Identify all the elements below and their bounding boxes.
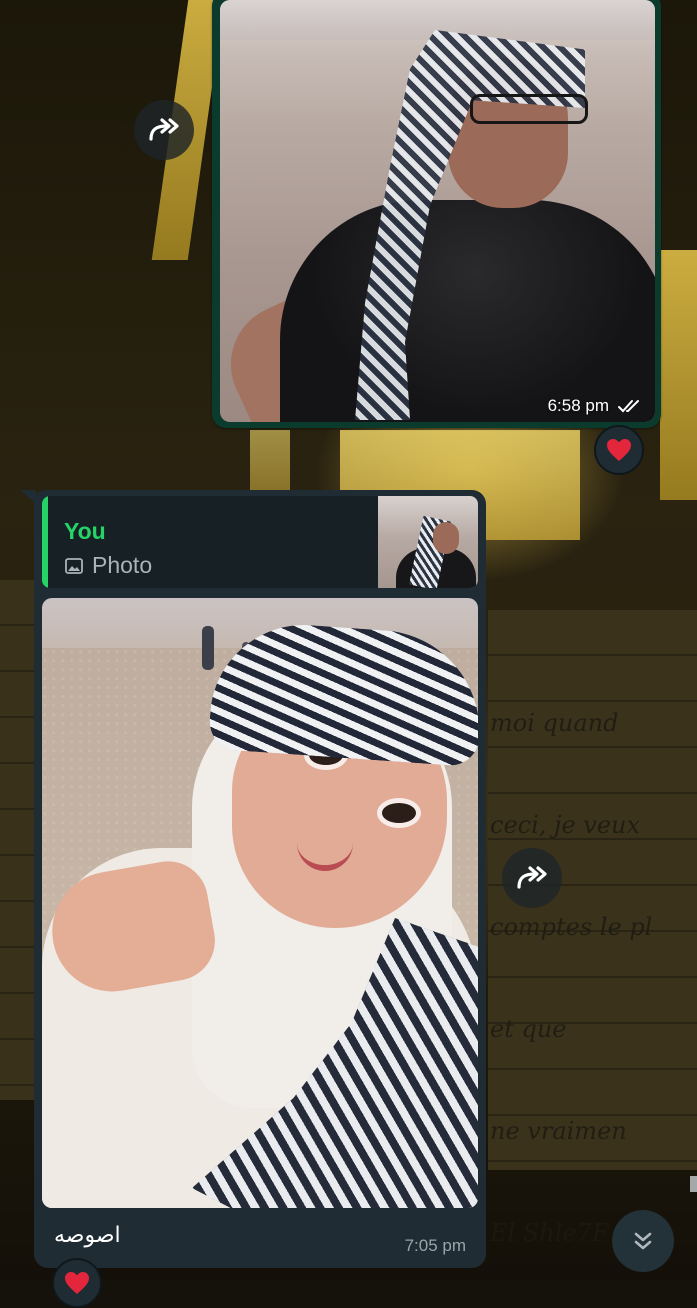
- thumbnail-face: [433, 522, 459, 554]
- message-photo[interactable]: [42, 598, 478, 1208]
- outgoing-message-bubble[interactable]: 6:58 pm: [212, 0, 661, 428]
- message-time: 6:58 pm: [547, 396, 609, 415]
- handwriting-line: comptes le pl: [490, 913, 653, 941]
- red-heart-icon: [607, 439, 631, 461]
- message-time: 7:05 pm: [404, 1236, 466, 1255]
- wallpaper-handwriting: moi quand ceci, je veux comptes le pl et…: [490, 638, 652, 1280]
- message-meta: 6:58 pm: [548, 396, 643, 416]
- forward-icon: [517, 866, 547, 889]
- message-reaction[interactable]: [52, 1258, 102, 1308]
- photo-background-person: [202, 626, 214, 670]
- photo-turban: [207, 618, 478, 768]
- reply-media-label: Photo: [92, 552, 153, 578]
- handwriting-line: moi quand: [490, 709, 619, 737]
- incoming-message-bubble[interactable]: You Photo اصوصه 7:05 pm: [34, 490, 486, 1268]
- photo-person: [280, 200, 655, 422]
- forward-icon: [149, 118, 179, 141]
- handwriting-line: ceci, je veux: [490, 811, 641, 839]
- message-photo[interactable]: [220, 0, 655, 422]
- message-reaction[interactable]: [594, 425, 644, 475]
- wallpaper-beam: [660, 250, 697, 500]
- double-check-icon: [618, 400, 639, 413]
- reply-thumbnail: [378, 496, 478, 588]
- reply-author: You: [64, 518, 106, 544]
- photo-eye: [377, 798, 421, 828]
- scroll-to-bottom-button[interactable]: [612, 1210, 674, 1272]
- reply-media-type: Photo: [64, 552, 152, 579]
- wallpaper-light-panel: [250, 430, 290, 490]
- scrollbar-thumb[interactable]: [690, 1176, 697, 1192]
- forward-button[interactable]: [502, 848, 562, 908]
- reply-quote-bar: [42, 496, 48, 588]
- forward-button[interactable]: [134, 100, 194, 160]
- red-heart-icon: [65, 1272, 89, 1294]
- photo-glasses: [470, 94, 588, 124]
- reply-quote[interactable]: You Photo: [42, 496, 478, 588]
- handwriting-line: et que: [490, 1015, 567, 1043]
- double-chevron-down-icon: [634, 1232, 652, 1250]
- message-caption: اصوصه: [54, 1223, 121, 1248]
- image-icon: [65, 557, 83, 574]
- handwriting-line: ne vraimen: [490, 1117, 627, 1145]
